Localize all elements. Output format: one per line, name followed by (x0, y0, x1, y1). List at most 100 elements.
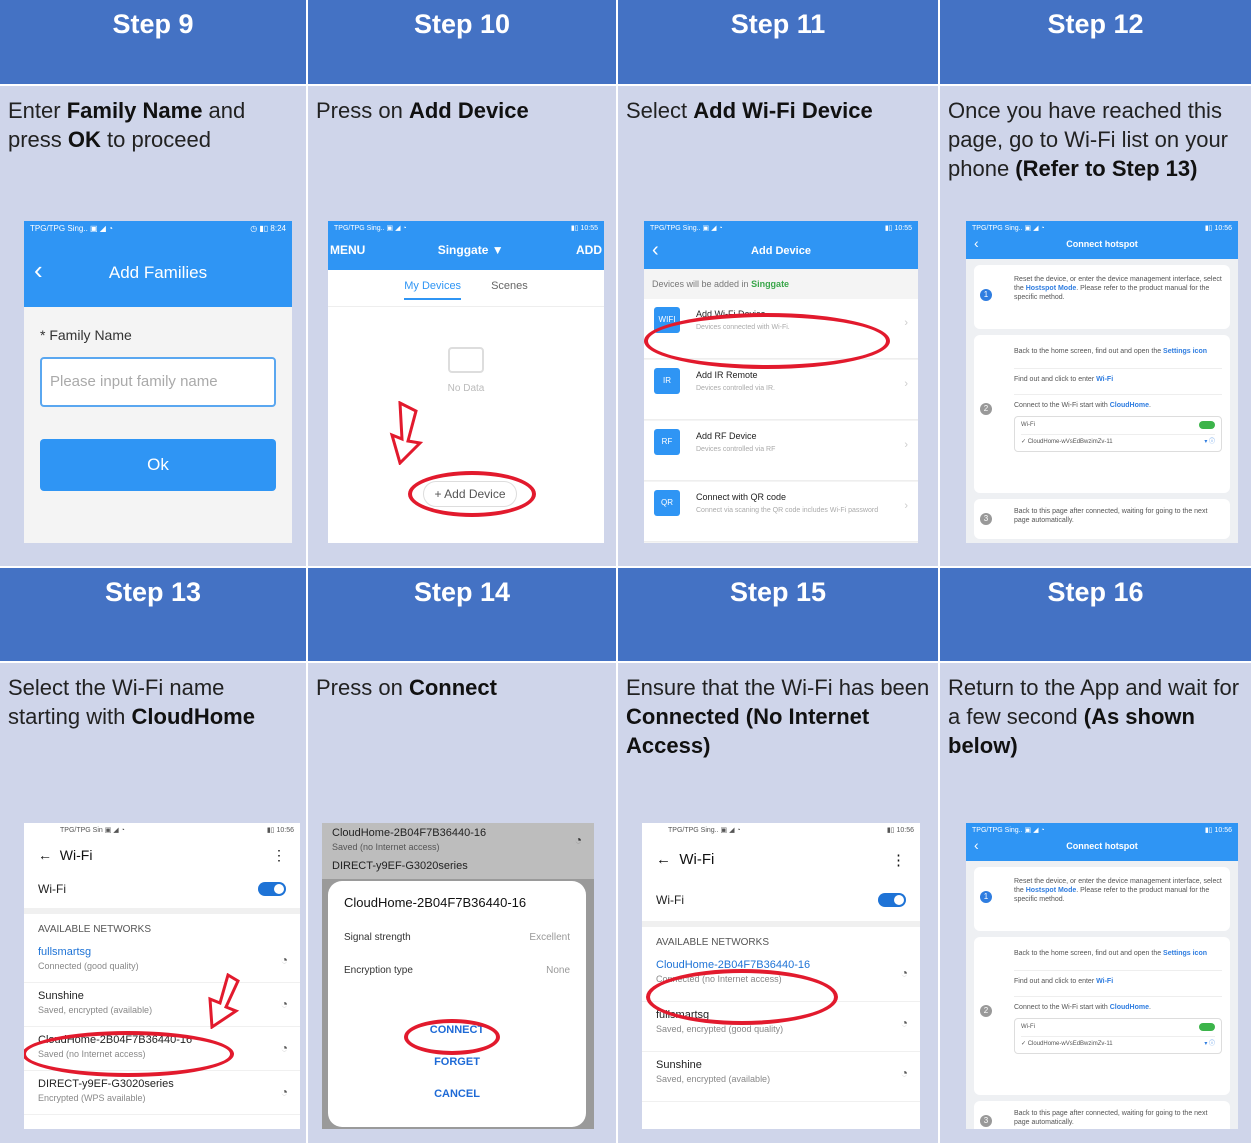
network-name: Sunshine (656, 1059, 702, 1071)
step-1-badge-icon: 1 (980, 891, 992, 903)
more-icon[interactable]: ⋮ (272, 847, 286, 864)
wifi-network: ✓ CloudHome-wVsEdBwzimZv-11 (1021, 1041, 1113, 1047)
red-arrow-icon (208, 973, 240, 1029)
back-arrow-icon[interactable]: ← (656, 851, 671, 868)
menu-button[interactable]: MENU (330, 243, 365, 257)
signal-strength-value: Excellent (529, 932, 570, 943)
inbox-icon (448, 347, 484, 373)
wifi-network: ✓ CloudHome-wVsEdBwzimZv-11 (1021, 439, 1113, 445)
tab-my-devices[interactable]: My Devices (404, 280, 462, 300)
encryption-label: Encryption type (344, 965, 413, 976)
chevron-right-icon: › (904, 439, 908, 451)
device-type-item[interactable]: IR Add IR Remote Devices controlled via IR… (644, 360, 918, 420)
device-type-desc: Connect via scaning the QR code includes… (696, 507, 879, 514)
step-14-description: Press on Connect (316, 675, 497, 700)
wifi-signal-icon: ◔ (280, 1041, 288, 1055)
network-name: Sunshine (38, 990, 84, 1002)
back-icon[interactable]: ‹ (34, 255, 43, 286)
wifi-title: ← Wi-Fi (656, 851, 715, 868)
connect-hotspot-title: Connect hotspot (1066, 841, 1138, 851)
device-type-name: Connect with QR code (696, 492, 787, 502)
step-12-screenshot: TPG/TPG Sing.. ▣ ◢ ◔ ▮▯ 10:56 ‹ Connect h… (966, 221, 1238, 543)
wifi-network-item[interactable]: Sunshine Saved, encrypted (available) ◔ (24, 983, 300, 1027)
status-left: TPG/TPG Sin ▣ ◢ ◔ (60, 827, 125, 834)
back-icon[interactable]: ‹ (974, 235, 979, 251)
highlight-ring (646, 969, 838, 1025)
bg-network-1: CloudHome-2B04F7B36440-16 (332, 827, 487, 839)
wifi-toggle (1199, 1023, 1215, 1031)
family-name-input[interactable]: Please input family name (40, 357, 276, 407)
status-right: ▮▯ 10:56 (1204, 225, 1232, 232)
wifi-signal-icon: ◔ (280, 997, 288, 1011)
wifi-mini-panel: Wi-Fi ✓ CloudHome-wVsEdBwzimZv-11 ▾ ⓘ (1014, 416, 1222, 452)
step-9-header: Step 9 (0, 0, 308, 86)
tab-scenes[interactable]: Scenes (491, 280, 528, 300)
network-status: Saved, encrypted (available) (38, 1005, 153, 1015)
step-1-badge-icon: 1 (980, 289, 992, 301)
bg-network-2: DIRECT-y9EF-G3020series (332, 860, 468, 872)
chevron-right-icon: › (904, 500, 908, 512)
home-selector[interactable]: Singgate ▼ (438, 243, 504, 257)
status-right: ▮▯ 10:56 (1204, 827, 1232, 834)
ok-button[interactable]: Ok (40, 439, 276, 491)
step-15-screenshot: TPG/TPG Sing.. ▣ ◢ ◔ ▮▯ 10:56 ← Wi-Fi ⋮ Wi… (642, 823, 920, 1129)
wifi-signal-icon: ◔ (900, 1066, 908, 1080)
status-right: ▮▯ 10:55 (884, 225, 912, 232)
step-9-description: Enter Family Name and press OK to procee… (8, 98, 246, 152)
device-type-item[interactable]: QR Connect with QR code Connect via scanin… (644, 482, 918, 542)
connect-hotspot-title: Connect hotspot (1066, 239, 1138, 249)
device-type-icon: RF (654, 429, 680, 455)
device-type-item[interactable]: RF Add RF Device Devices controlled via RF… (644, 421, 918, 481)
network-status: Encrypted (WPS available) (38, 1093, 146, 1103)
network-dialog: CloudHome-2B04F7B36440-16 Signal strengt… (328, 881, 586, 1127)
device-type-name: Add RF Device (696, 431, 757, 441)
step-15-cell: Ensure that the Wi-Fi has been Connected… (618, 663, 940, 1145)
wifi-network-item[interactable]: Sunshine Saved, encrypted (available) ◔ (642, 1052, 920, 1102)
device-type-icon: QR (654, 490, 680, 516)
step-16-description: Return to the App and wait for a few sec… (948, 675, 1240, 758)
add-device-title: Add Device (751, 245, 811, 257)
status-left: TPG/TPG Sing.. ▣ ◢ ◔ (334, 225, 407, 232)
back-arrow-icon[interactable]: ← (38, 847, 52, 863)
forget-button[interactable]: FORGET (344, 1056, 570, 1068)
step-2-badge-icon: 2 (980, 403, 992, 415)
wifi-signal-icon: ◔ (280, 1085, 288, 1099)
back-icon[interactable]: ‹ (974, 837, 979, 853)
step-14-cell: Press on Connect CloudHome-2B04F7B36440-… (308, 663, 618, 1145)
wifi-signal-icon: ◔ (574, 833, 582, 847)
home-name: Singgate (751, 279, 790, 289)
back-icon[interactable]: ‹ (652, 239, 659, 262)
step-11-cell: Select Add Wi-Fi Device TPG/TPG Sing.. ▣… (618, 86, 940, 568)
wifi-toggle (1199, 421, 1215, 429)
wifi-toggle[interactable] (258, 882, 286, 896)
step-10-screenshot: TPG/TPG Sing.. ▣ ◢ ◔ ▮▯ 10:55 MENU Singga… (328, 221, 604, 543)
status-right: ▮▯ 10:56 (266, 827, 294, 834)
status-right: ▮▯ 10:55 (570, 225, 598, 232)
hotspot-step-3-card: 3 Back to this page after connected, wai… (974, 1101, 1230, 1129)
cancel-button[interactable]: CANCEL (344, 1088, 570, 1100)
chevron-right-icon: › (904, 378, 908, 390)
device-type-name: Add IR Remote (696, 370, 758, 380)
wifi-network-item[interactable]: fullsmartsg Connected (good quality) ◔ (24, 939, 300, 983)
wifi-toggle-label: Wi-Fi (38, 882, 66, 896)
more-icon[interactable]: ⋮ (891, 851, 906, 869)
step-16-screenshot: TPG/TPG Sing.. ▣ ◢ ◔ ▮▯ 10:56 ‹ Connect h… (966, 823, 1238, 1129)
status-left: TPG/TPG Sing.. ▣ ◢ ◔ (668, 827, 741, 834)
add-button[interactable]: ADD (576, 243, 602, 257)
add-families-title: Add Families (108, 263, 208, 282)
step-3-badge-icon: 3 (980, 513, 992, 525)
highlight-ring (24, 1031, 234, 1077)
bg-network-1-status: Saved (no Internet access) (332, 842, 440, 852)
device-type-icon: IR (654, 368, 680, 394)
status-right: ▮▯ 10:56 (886, 827, 914, 834)
step-2-badge-icon: 2 (980, 1005, 992, 1017)
highlight-ring (644, 313, 890, 369)
encryption-value: None (546, 965, 570, 976)
step-12-description: Once you have reached this page, go to W… (948, 98, 1229, 181)
step-14-screenshot: CloudHome-2B04F7B36440-16 Saved (no Inte… (322, 823, 594, 1129)
wifi-network-item[interactable]: DIRECT-y9EF-G3020series Encrypted (WPS av… (24, 1071, 300, 1115)
step-9-cell: Enter Family Name and press OK to procee… (0, 86, 308, 568)
step-3-badge-icon: 3 (980, 1115, 992, 1127)
wifi-toggle[interactable] (878, 893, 906, 907)
network-name: CloudHome-2B04F7B36440-16 (656, 959, 811, 971)
